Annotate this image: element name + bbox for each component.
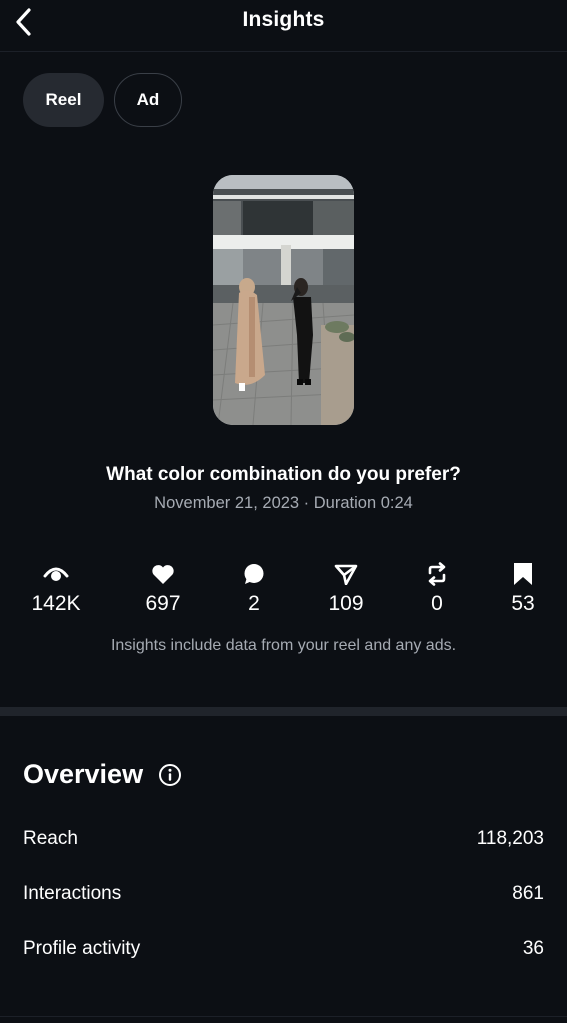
metric-label: Profile activity xyxy=(23,938,141,959)
reel-caption: What color combination do you prefer? xyxy=(106,464,461,485)
eye-icon xyxy=(43,567,69,581)
bottom-divider xyxy=(0,1016,567,1017)
stat-views: 142K xyxy=(16,560,96,616)
metric-row-profile-activity[interactable]: Profile activity 36 xyxy=(23,934,544,964)
overview-info-button[interactable] xyxy=(158,763,182,787)
reel-date-duration: November 21, 2023 · Duration 0:24 xyxy=(154,494,413,512)
reel-thumbnail-image xyxy=(213,175,354,425)
stat-saves-value: 53 xyxy=(511,592,535,615)
section-divider xyxy=(0,707,567,716)
metric-value: 36 xyxy=(522,938,544,959)
stat-comments-value: 2 xyxy=(248,592,260,615)
metric-label: Interactions xyxy=(23,883,122,904)
send-icon xyxy=(334,564,358,585)
metric-label: Reach xyxy=(23,828,78,849)
insights-disclaimer: Insights include data from your reel and… xyxy=(110,637,457,654)
metric-value: 861 xyxy=(512,883,544,904)
reel-thumbnail[interactable] xyxy=(213,175,354,425)
top-bar: Insights xyxy=(0,0,567,52)
stat-shares-value: 109 xyxy=(328,592,364,615)
stat-reposts-value: 0 xyxy=(431,592,443,615)
tab-ad[interactable]: Ad xyxy=(114,73,182,127)
heart-icon xyxy=(152,565,174,584)
stat-views-value: 142K xyxy=(31,592,81,615)
stat-reposts: 0 xyxy=(397,560,477,616)
comment-icon xyxy=(244,564,264,584)
bookmark-icon xyxy=(514,563,532,585)
stat-shares: 109 xyxy=(306,560,386,616)
metric-row-interactions[interactable]: Interactions 861 xyxy=(23,879,544,909)
metric-row-reach[interactable]: Reach 118,203 xyxy=(23,824,544,854)
page-title: Insights xyxy=(242,8,325,31)
stat-likes: 697 xyxy=(123,560,203,616)
metric-value: 118,203 xyxy=(476,828,544,849)
stat-comments: 2 xyxy=(214,560,294,616)
repost-icon xyxy=(428,562,446,586)
info-icon xyxy=(159,764,181,786)
stat-saves: 53 xyxy=(483,560,563,616)
overview-heading: Overview xyxy=(23,759,144,789)
tab-reel[interactable]: Reel xyxy=(23,73,104,127)
stat-likes-value: 697 xyxy=(145,592,181,615)
